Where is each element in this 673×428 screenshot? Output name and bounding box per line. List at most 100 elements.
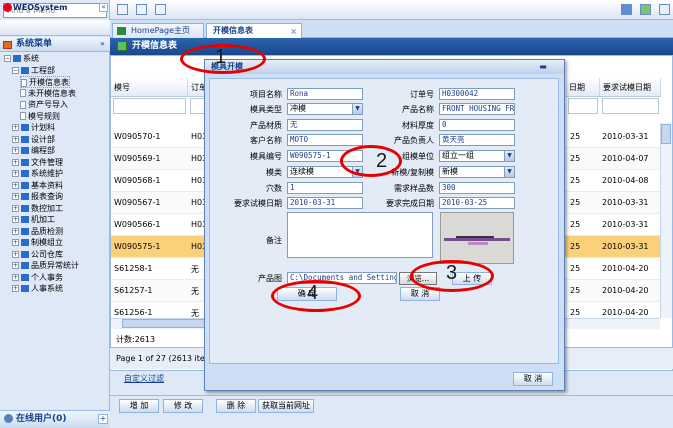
dialog-cancel-button[interactable]: 取 消: [513, 372, 553, 386]
menu-item[interactable]: 未开模信息表: [20, 88, 76, 100]
folder-icon: [21, 273, 29, 281]
page-icon: [20, 89, 26, 97]
material-thickness-input[interactable]: 0: [439, 119, 515, 131]
table-cell: 25: [570, 242, 581, 251]
product-owner-input[interactable]: 黄天亮: [439, 134, 515, 146]
dropdown-arrow-icon[interactable]: ▼: [504, 151, 514, 161]
page-icon: [20, 112, 26, 120]
expand-icon[interactable]: +: [12, 124, 19, 131]
add-button[interactable]: 增 加: [119, 399, 159, 413]
menu-item[interactable]: − 系统: [4, 53, 39, 65]
column-header-date[interactable]: 日期: [566, 78, 600, 97]
expand-plus-icon[interactable]: +: [98, 414, 108, 424]
dialog-close-icon[interactable]: ▬: [536, 62, 550, 72]
menu-item[interactable]: 模号规则: [20, 111, 60, 123]
get-url-button[interactable]: 获取当前网址: [258, 399, 314, 413]
order-no-input[interactable]: H0300042: [439, 88, 515, 100]
menu-item[interactable]: 开模信息表: [20, 76, 70, 88]
expand-icon[interactable]: −: [4, 55, 11, 62]
column-header-trial-date[interactable]: 要求试模日期: [600, 78, 661, 97]
product-name-input[interactable]: FRONT HOUSING FR: [439, 103, 515, 115]
online-users-bar[interactable]: 在线用户(0): [0, 410, 110, 428]
menu-item[interactable]: + 系统维护: [12, 168, 63, 180]
menu-item[interactable]: + 文件管理: [12, 157, 63, 169]
menu-item[interactable]: − 工程部: [12, 65, 55, 77]
window-icon[interactable]: [640, 4, 651, 15]
table-cell: W090569-1: [114, 154, 161, 163]
dropdown-arrow-icon[interactable]: ▼: [352, 104, 362, 114]
cavities-input[interactable]: 1: [287, 182, 363, 194]
refresh-icon[interactable]: [621, 4, 632, 15]
menu-item[interactable]: + 个人事务: [12, 272, 63, 284]
folder-icon: [21, 250, 29, 258]
toolbar-icon-1[interactable]: [117, 4, 128, 15]
tab-homepage[interactable]: HomePage主页: [112, 23, 204, 38]
expand-icon[interactable]: +: [12, 216, 19, 223]
menu-item[interactable]: + 公司仓库: [12, 249, 63, 261]
project-name-input[interactable]: Rona: [287, 88, 363, 100]
assembly-unit-select[interactable]: 组立一组 ▼: [439, 150, 515, 162]
expand-icon[interactable]: +: [12, 158, 19, 166]
expand-icon[interactable]: +: [12, 181, 19, 189]
expand-icon[interactable]: +: [12, 204, 19, 212]
menu-item-label: 编程部: [31, 146, 55, 155]
expand-icon[interactable]: +: [12, 239, 19, 246]
customer-name-input[interactable]: MOTO: [287, 134, 363, 146]
tab-mold-info[interactable]: 开模信息表 ×: [206, 23, 302, 39]
menu-item[interactable]: + 机加工: [12, 214, 55, 226]
expand-icon[interactable]: +: [12, 170, 19, 177]
dropdown-arrow-icon[interactable]: ▼: [504, 167, 514, 177]
expand-icon[interactable]: −: [12, 66, 19, 74]
filter-trial-date[interactable]: [602, 98, 659, 114]
new-copy-value: 新模: [442, 167, 458, 176]
collapse-left-icon[interactable]: «: [99, 3, 108, 12]
toolbar-icon-2[interactable]: [136, 4, 147, 15]
edit-button[interactable]: 修 改: [163, 399, 203, 413]
menu-item[interactable]: + 品质检测: [12, 226, 63, 238]
product-name-label: 产品名称: [402, 105, 434, 114]
remark-textarea[interactable]: [287, 212, 433, 258]
menu-item[interactable]: + 品质异常统计: [12, 260, 79, 272]
expand-icon[interactable]: +: [12, 227, 19, 235]
close-tab-icon[interactable]: ×: [290, 25, 297, 39]
folder-icon: [13, 55, 21, 62]
menu-item[interactable]: + 人事系统: [12, 283, 63, 295]
sample-qty-input[interactable]: 300: [439, 182, 515, 194]
expand-icon[interactable]: +: [12, 250, 19, 258]
menu-item[interactable]: 资产号导入: [20, 99, 68, 111]
expand-icon[interactable]: +: [12, 285, 19, 292]
menu-item[interactable]: + 计划科: [12, 122, 55, 134]
expand-icon[interactable]: +: [12, 273, 19, 281]
cavities-label: 穴数: [266, 184, 282, 193]
menu-item[interactable]: + 报表查询: [12, 191, 63, 203]
mold-type-select[interactable]: 冲模 ▼: [287, 103, 363, 115]
trial-date-input[interactable]: 2010-03-31: [287, 197, 363, 209]
vertical-scroll-thumb[interactable]: [661, 124, 671, 144]
menu-item[interactable]: + 数控加工: [12, 203, 63, 215]
vertical-scrollbar[interactable]: [660, 123, 672, 318]
delete-button[interactable]: 删 除: [216, 399, 256, 413]
toolbar-icon-3[interactable]: [155, 4, 166, 15]
menu-item[interactable]: + 制模组立: [12, 237, 63, 249]
menu-item[interactable]: + 基本资料: [12, 180, 63, 192]
filter-date[interactable]: [568, 98, 598, 114]
menu-item[interactable]: + 编程部: [12, 145, 55, 157]
folder-icon: [21, 216, 29, 223]
expand-icon[interactable]: +: [12, 262, 19, 269]
new-copy-select[interactable]: 新模 ▼: [439, 166, 515, 178]
filter-mold[interactable]: [113, 98, 186, 114]
table-cell: 25: [570, 264, 581, 273]
product-material-input[interactable]: 无: [287, 119, 363, 131]
folder-icon: [21, 66, 29, 74]
settings-icon[interactable]: [659, 4, 670, 15]
expand-icon[interactable]: +: [12, 147, 19, 154]
complete-date-input[interactable]: 2010-03-25: [439, 197, 515, 209]
expand-icon[interactable]: +: [12, 193, 19, 200]
expand-icon[interactable]: +: [12, 135, 19, 143]
menu-item-label: 未开模信息表: [28, 88, 76, 98]
column-header-mold[interactable]: 模号: [111, 78, 188, 97]
assembly-unit-value: 组立一组: [442, 151, 474, 160]
menu-collapse-icon[interactable]: »: [98, 40, 107, 49]
menu-item[interactable]: + 设计部: [12, 134, 55, 146]
folder-icon: [21, 193, 29, 200]
